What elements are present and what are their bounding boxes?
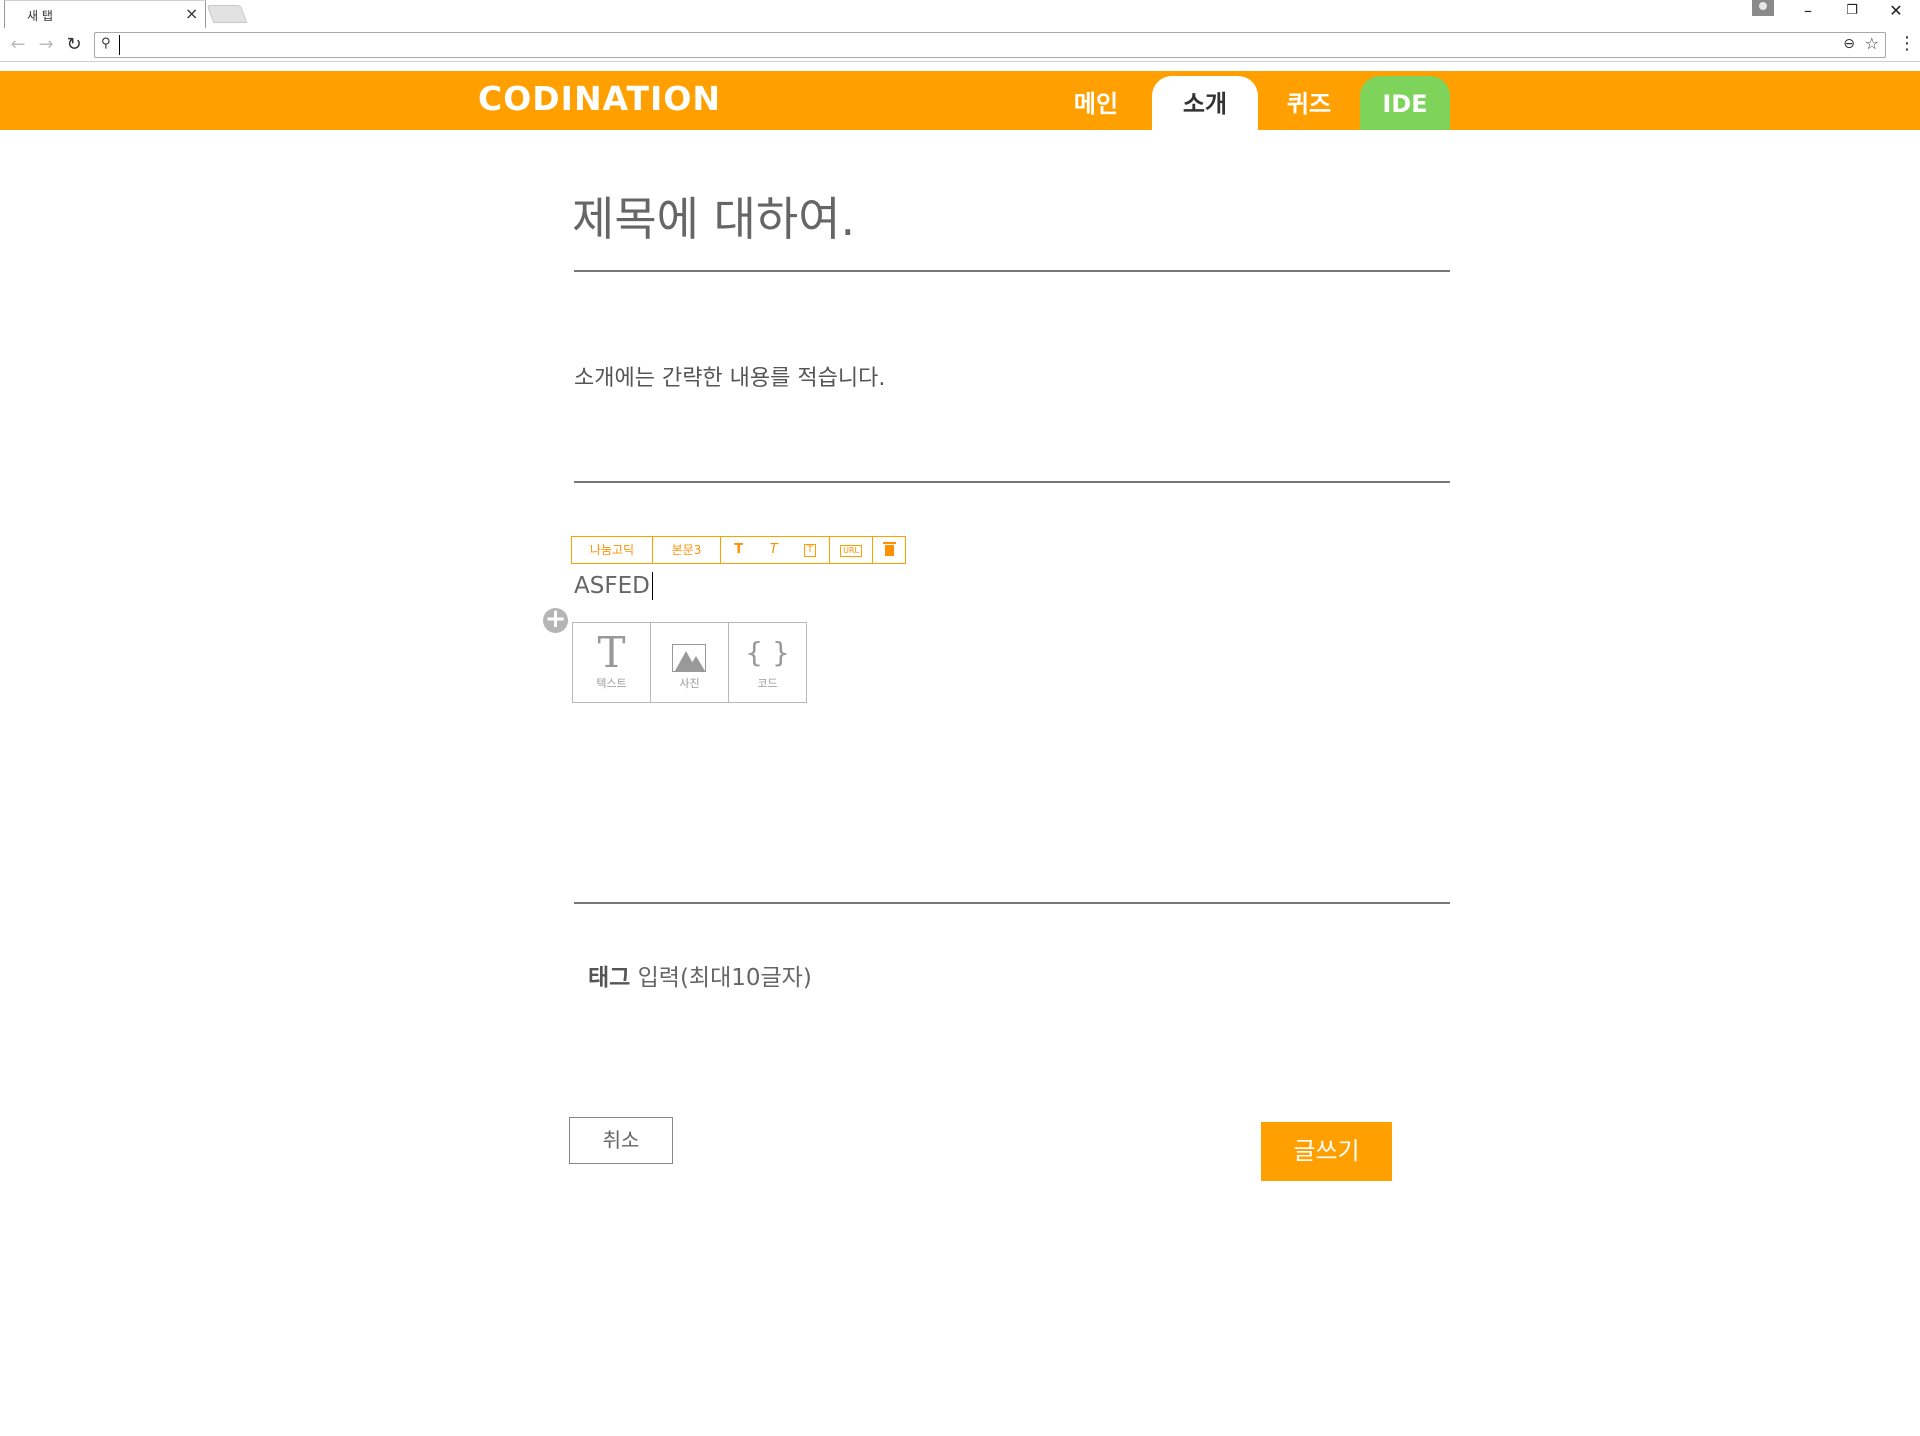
forward-icon[interactable]: → [34, 33, 58, 57]
search-icon: ⚲ [101, 36, 111, 51]
nav-intro[interactable]: 소개 [1152, 76, 1258, 130]
body-divider [574, 902, 1450, 904]
text-format-toolbar: 나눔고딕 본문3 T T T URL [571, 536, 906, 564]
tab-title: 새 탭 [27, 9, 53, 23]
insert-code-label: 코드 [757, 677, 778, 690]
code-braces-icon: { } [745, 636, 790, 669]
browser-tabstrip: 새 탭 × – ❐ ✕ [0, 0, 1920, 29]
window-close-icon[interactable]: ✕ [1876, 0, 1916, 24]
bookmark-star-icon[interactable]: ☆ [1865, 34, 1879, 53]
insert-block-panel: T 텍스트 사진 { } 코드 [572, 622, 807, 703]
write-button[interactable]: 글쓰기 [1261, 1122, 1392, 1181]
font-select[interactable]: 나눔고딕 [572, 537, 653, 563]
new-tab-button[interactable] [206, 5, 248, 23]
browser-menu-icon[interactable]: ⋮ [1898, 33, 1916, 54]
link-icon: URL [840, 544, 862, 557]
text-icon: T [597, 628, 626, 677]
cancel-button[interactable]: 취소 [569, 1117, 673, 1164]
site-logo[interactable]: CODINATION [478, 79, 721, 118]
browser-toolbar: ← → ↻ ⚲ ⊖ ☆ ⋮ [0, 29, 1920, 62]
minimize-icon[interactable]: – [1788, 0, 1828, 24]
reload-icon[interactable]: ↻ [62, 33, 86, 57]
insert-photo-button[interactable]: 사진 [651, 623, 729, 702]
address-bar[interactable]: ⚲ ⊖ ☆ [94, 32, 1886, 58]
tag-label: 태그 [588, 965, 631, 991]
tab-close-icon[interactable]: × [185, 4, 198, 23]
style-buttons: T T T [721, 537, 830, 563]
size-select[interactable]: 본문3 [653, 537, 721, 563]
post-title-input[interactable]: 제목에 대하여. [572, 183, 855, 249]
textbox-button[interactable]: T [804, 544, 816, 557]
tag-input[interactable]: 태그 입력(최대10글자) [588, 958, 812, 992]
delete-block-button[interactable] [873, 537, 905, 563]
site-header: CODINATION 메인 소개 퀴즈 IDE [0, 71, 1920, 130]
tag-placeholder: 입력(최대10글자) [630, 965, 812, 991]
add-block-icon[interactable]: + [543, 606, 568, 633]
browser-tab[interactable]: 새 탭 × [4, 0, 206, 28]
restore-icon[interactable]: ❐ [1832, 0, 1872, 24]
insert-text-label: 텍스트 [596, 677, 627, 690]
insert-code-button[interactable]: { } 코드 [729, 623, 806, 702]
intro-divider [574, 481, 1450, 483]
back-icon[interactable]: ← [6, 33, 30, 57]
bold-button[interactable]: T [734, 537, 743, 563]
image-icon [672, 644, 706, 672]
title-divider [574, 270, 1450, 272]
profile-icon[interactable] [1752, 0, 1774, 16]
nav-quiz[interactable]: 퀴즈 [1262, 76, 1356, 130]
address-input[interactable] [119, 35, 1819, 55]
body-text-block[interactable]: ASFED [574, 572, 653, 600]
trash-icon [882, 542, 896, 556]
nav-ide[interactable]: IDE [1360, 76, 1450, 130]
insert-photo-label: 사진 [679, 677, 700, 690]
insert-text-button[interactable]: T 텍스트 [573, 623, 651, 702]
url-button[interactable]: URL [830, 537, 873, 563]
zoom-icon[interactable]: ⊖ [1843, 36, 1855, 52]
nav-main[interactable]: 메인 [1048, 76, 1144, 130]
italic-button[interactable]: T [770, 537, 778, 563]
intro-input[interactable]: 소개에는 간략한 내용를 적습니다. [574, 360, 885, 392]
